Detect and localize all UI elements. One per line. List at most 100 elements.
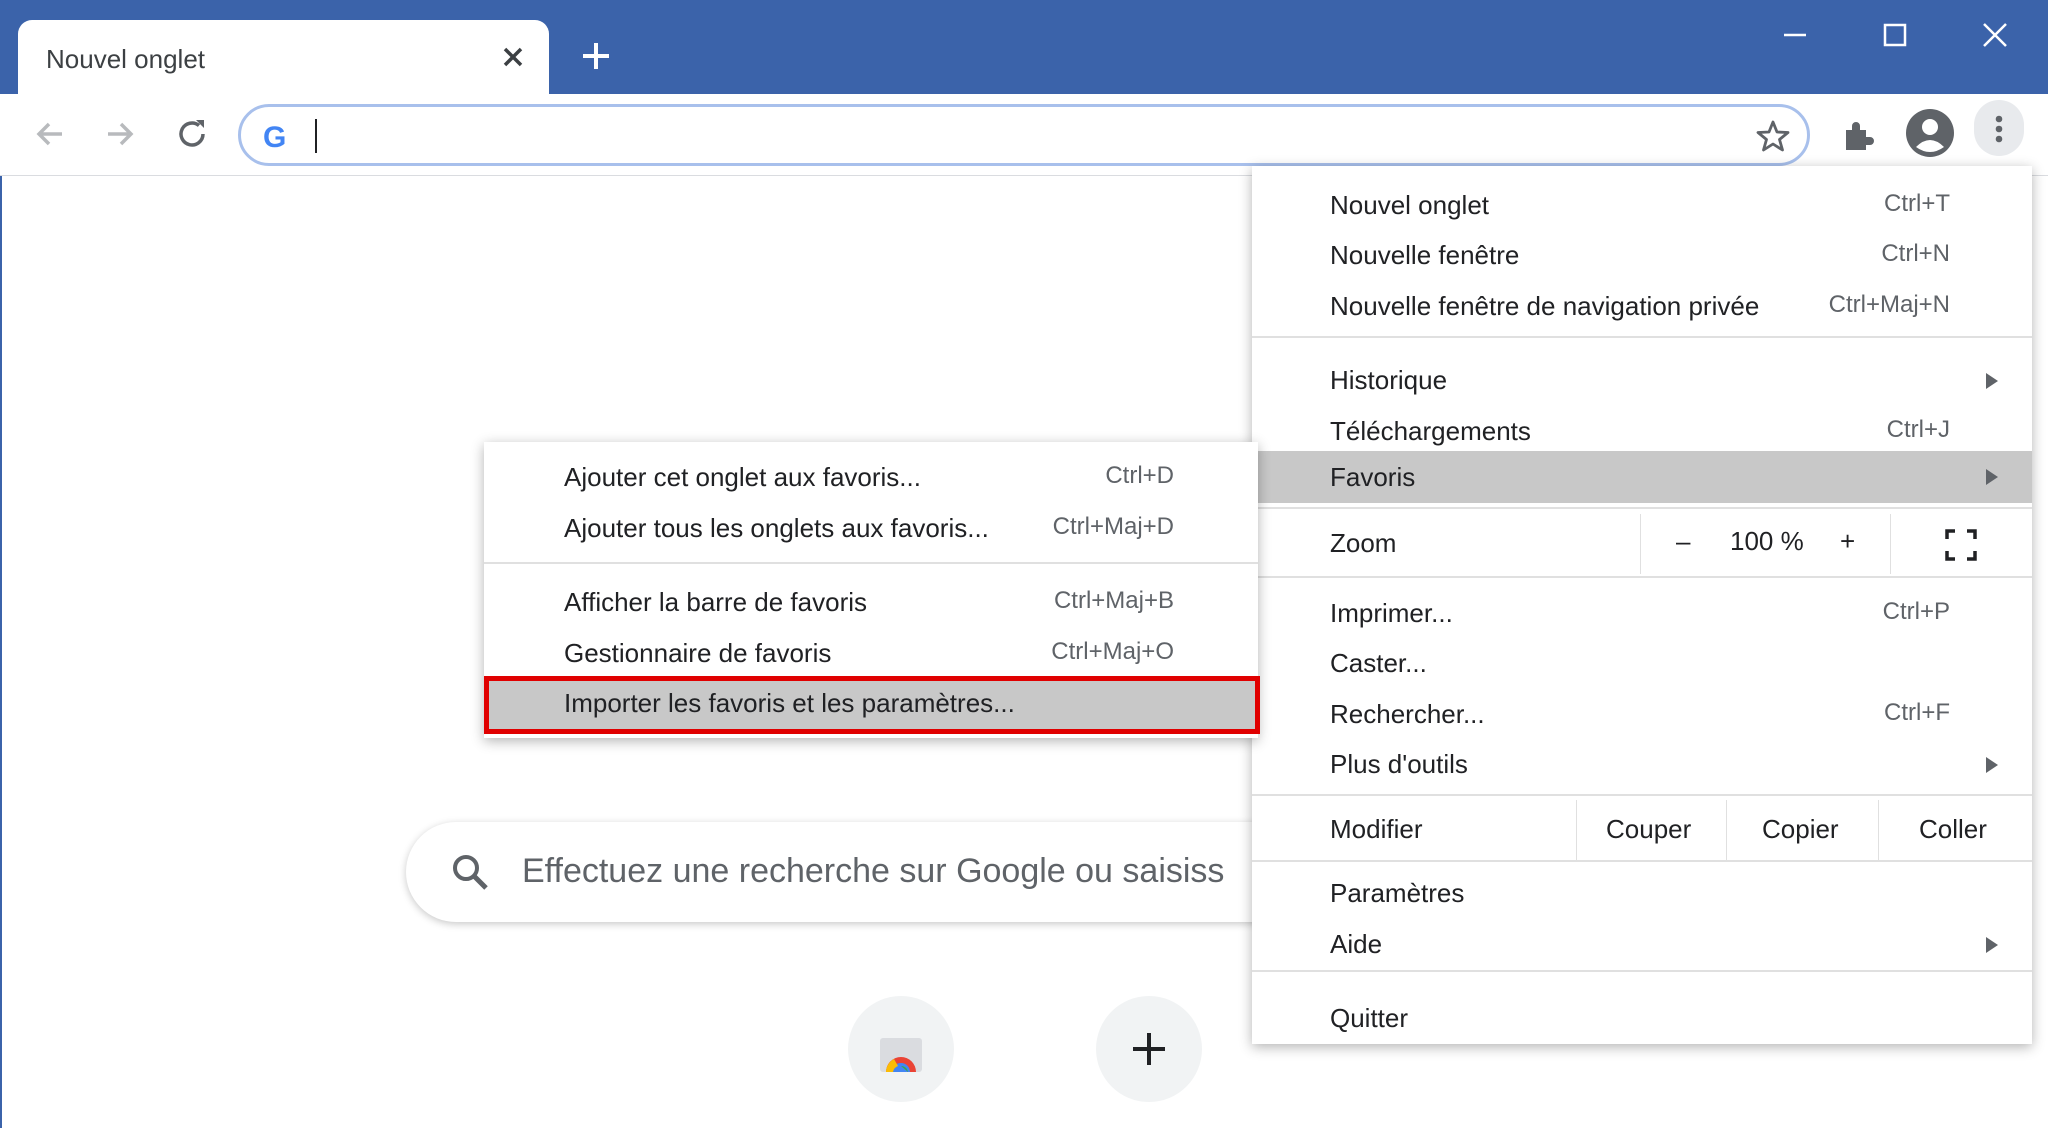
- submenu-item-bookmark-tab[interactable]: Ajouter cet onglet aux favoris... Ctrl+D: [484, 454, 1258, 502]
- divider: [1640, 514, 1641, 574]
- zoom-level: 100 %: [1730, 526, 1804, 556]
- fullscreen-icon[interactable]: [1944, 528, 1978, 562]
- menu-item-shortcut: Ctrl+D: [1105, 462, 1174, 489]
- profile-icon[interactable]: [1904, 107, 1956, 159]
- menu-separator: [1252, 507, 2032, 509]
- reload-icon[interactable]: [172, 114, 212, 154]
- menu-item-label: Favoris: [1330, 462, 1416, 492]
- zoom-label: Zoom: [1330, 528, 1397, 558]
- menu-item-settings[interactable]: Paramètres: [1252, 870, 2032, 918]
- menu-separator: [1252, 794, 2032, 796]
- google-g-icon: G: [263, 121, 287, 154]
- extensions-icon[interactable]: [1838, 114, 1878, 154]
- submenu-item-show-bookmarks-bar[interactable]: Afficher la barre de favoris Ctrl+Maj+B: [484, 579, 1258, 627]
- ntp-search-placeholder: Effectuez une recherche sur Google ou sa…: [522, 852, 1225, 890]
- more-menu-button[interactable]: [1974, 100, 2024, 156]
- divider: [1576, 800, 1577, 860]
- menu-item-shortcut: Ctrl+Maj+O: [1051, 638, 1174, 665]
- menu-item-downloads[interactable]: Téléchargements Ctrl+J: [1252, 408, 2032, 456]
- menu-item-shortcut: Ctrl+Maj+N: [1828, 291, 1950, 318]
- maximize-icon[interactable]: [1878, 18, 1912, 52]
- submenu-arrow-icon: [1986, 373, 1998, 389]
- submenu-item-import-bookmarks[interactable]: Importer les favoris et les paramètres..…: [484, 678, 1258, 730]
- cut-button[interactable]: Couper: [1606, 814, 1691, 845]
- menu-item-shortcut: Ctrl+N: [1881, 240, 1950, 267]
- menu-item-shortcut: Ctrl+P: [1882, 598, 1950, 625]
- divider: [1890, 514, 1891, 574]
- menu-item-shortcut: Ctrl+Maj+B: [1053, 587, 1174, 614]
- submenu-item-bookmark-all-tabs[interactable]: Ajouter tous les onglets aux favoris... …: [484, 505, 1258, 553]
- menu-item-label: Aide: [1330, 929, 1383, 959]
- menu-item-incognito-window[interactable]: Nouvelle fenêtre de navigation privée Ct…: [1252, 283, 2032, 331]
- menu-item-label: Afficher la barre de favoris: [564, 587, 867, 617]
- menu-item-label: Importer les favoris et les paramètres..…: [564, 688, 1015, 718]
- menu-item-label: Nouvelle fenêtre de navigation privée: [1330, 291, 1760, 321]
- menu-separator: [1252, 860, 2032, 862]
- menu-item-find[interactable]: Rechercher... Ctrl+F: [1252, 691, 2032, 739]
- menu-separator: [484, 562, 1258, 564]
- menu-item-print[interactable]: Imprimer... Ctrl+P: [1252, 590, 2032, 638]
- menu-item-label: Historique: [1330, 365, 1448, 395]
- close-icon[interactable]: [1978, 18, 2012, 52]
- menu-item-label: Gestionnaire de favoris: [564, 638, 832, 668]
- menu-item-label: Ajouter cet onglet aux favoris...: [564, 462, 921, 492]
- tab-new-tab[interactable]: Nouvel onglet: [18, 20, 549, 95]
- menu-item-more-tools[interactable]: Plus d'outils: [1252, 741, 2032, 789]
- menu-item-shortcut: Ctrl+J: [1886, 416, 1950, 443]
- edit-label: Modifier: [1330, 814, 1423, 844]
- menu-item-shortcut: Ctrl+T: [1884, 190, 1950, 217]
- menu-item-label: Imprimer...: [1330, 598, 1453, 628]
- minimize-icon[interactable]: [1778, 18, 1812, 52]
- menu-item-label: Rechercher...: [1330, 699, 1485, 729]
- zoom-in-button[interactable]: +: [1840, 526, 1855, 557]
- bookmarks-submenu: Ajouter cet onglet aux favoris... Ctrl+D…: [484, 442, 1258, 738]
- menu-row-zoom: Zoom – 100 % +: [1252, 514, 2032, 574]
- divider: [1878, 800, 1879, 860]
- menu-item-bookmarks[interactable]: Favoris: [1258, 451, 2032, 503]
- tab-close-icon[interactable]: [498, 42, 528, 72]
- add-shortcut-button[interactable]: [1096, 996, 1202, 1102]
- menu-item-label: Paramètres: [1330, 878, 1465, 908]
- submenu-arrow-icon: [1986, 469, 1998, 485]
- toolbar: G: [0, 94, 2048, 176]
- divider: [1726, 800, 1727, 860]
- menu-item-label: Nouvel onglet: [1330, 190, 1489, 220]
- menu-item-shortcut: Ctrl+Maj+D: [1052, 513, 1174, 540]
- new-tab-icon[interactable]: [578, 38, 614, 74]
- menu-item-label: Ajouter tous les onglets aux favoris...: [564, 513, 989, 543]
- plus-icon: [1133, 1033, 1165, 1065]
- chrome-main-menu: Nouvel onglet Ctrl+T Nouvelle fenêtre Ct…: [1252, 166, 2032, 1044]
- menu-item-help[interactable]: Aide: [1252, 921, 2032, 969]
- menu-item-history[interactable]: Historique: [1252, 357, 2032, 405]
- zoom-out-button[interactable]: –: [1676, 526, 1690, 557]
- window-border: [0, 176, 2, 1128]
- shortcut-web-store[interactable]: [848, 996, 954, 1102]
- menu-item-new-tab[interactable]: Nouvel onglet Ctrl+T: [1252, 182, 2032, 230]
- menu-item-label: Plus d'outils: [1330, 749, 1468, 779]
- menu-item-label: Nouvelle fenêtre: [1330, 240, 1520, 270]
- menu-separator: [1252, 336, 2032, 338]
- menu-item-cast[interactable]: Caster...: [1252, 640, 2032, 688]
- web-store-icon: [880, 1038, 922, 1072]
- star-icon[interactable]: [1755, 118, 1791, 154]
- menu-item-new-window[interactable]: Nouvelle fenêtre Ctrl+N: [1252, 232, 2032, 280]
- menu-item-quit[interactable]: Quitter: [1252, 995, 2032, 1043]
- menu-item-label: Quitter: [1330, 1003, 1409, 1033]
- submenu-arrow-icon: [1986, 937, 1998, 953]
- back-icon[interactable]: [30, 114, 70, 154]
- title-bar: Nouvel onglet: [0, 0, 2048, 95]
- tab-title: Nouvel onglet: [46, 44, 205, 74]
- copy-button[interactable]: Copier: [1762, 814, 1839, 845]
- omnibox[interactable]: G: [238, 104, 1810, 166]
- search-icon: [453, 855, 488, 890]
- menu-item-label: Téléchargements: [1330, 416, 1531, 446]
- menu-item-label: Caster...: [1330, 648, 1427, 678]
- paste-button[interactable]: Coller: [1919, 814, 1987, 845]
- forward-icon[interactable]: [100, 114, 140, 154]
- menu-row-edit: Modifier Couper Copier Coller: [1252, 800, 2032, 860]
- more-menu-icon: [1995, 115, 2003, 143]
- submenu-item-bookmark-manager[interactable]: Gestionnaire de favoris Ctrl+Maj+O: [484, 630, 1258, 678]
- menu-item-shortcut: Ctrl+F: [1884, 699, 1950, 726]
- menu-separator: [1252, 576, 2032, 578]
- text-caret: [315, 119, 317, 153]
